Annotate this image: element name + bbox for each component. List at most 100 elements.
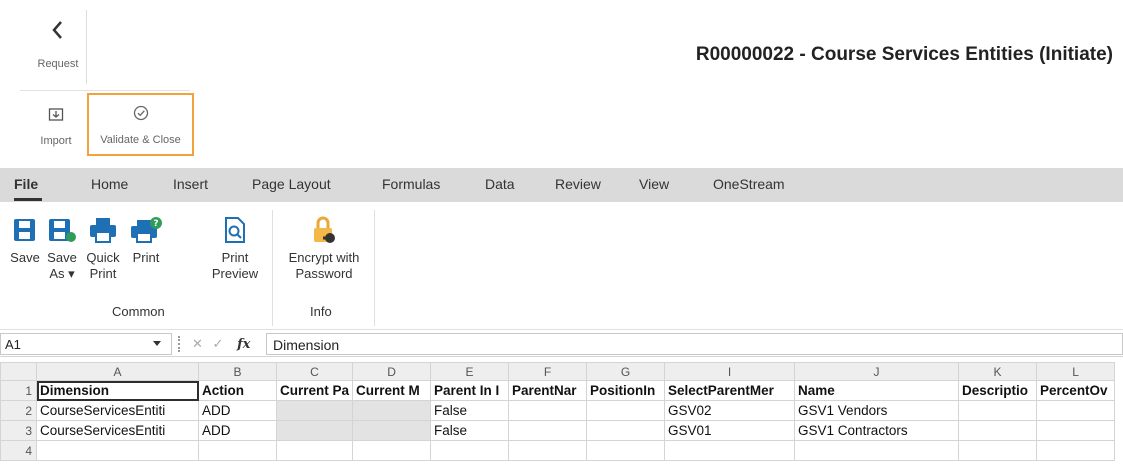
tab-review[interactable]: Review (555, 176, 601, 192)
insert-function-icon[interactable]: fx (237, 337, 250, 352)
divider (86, 10, 87, 84)
table-cell[interactable] (586, 420, 666, 441)
table-cell[interactable] (1036, 400, 1116, 421)
table-cell[interactable]: ADD (198, 420, 277, 441)
table-cell[interactable] (958, 400, 1038, 421)
table-cell[interactable]: Descriptio (958, 380, 1038, 401)
table-cell[interactable] (508, 400, 588, 421)
table-cell[interactable] (275, 400, 354, 421)
table-cell[interactable] (958, 420, 1038, 441)
table-cell[interactable]: PercentOv (1036, 380, 1116, 401)
table-cell[interactable] (36, 440, 199, 461)
import-button[interactable]: Import (30, 100, 82, 156)
formula-buttons: ✕ ✓ fx (192, 336, 250, 352)
table-cell[interactable] (508, 420, 588, 441)
action-panel: Request Import Validate & Close R0000002… (0, 0, 1123, 158)
table-cell[interactable]: PositionIn (586, 380, 666, 401)
table-cell[interactable]: Action (198, 380, 277, 401)
table-cell[interactable]: Name (794, 380, 960, 401)
table-cell[interactable]: Current M (352, 380, 432, 401)
tab-file[interactable]: File (14, 176, 38, 192)
table-row: 1 Dimension Action Current Pa Current M … (0, 380, 1116, 401)
page-title: R00000022 - Course Services Entities (In… (695, 44, 1113, 65)
table-cell[interactable]: ADD (198, 400, 277, 421)
save-button[interactable]: Save (8, 216, 42, 266)
table-cell[interactable] (1036, 440, 1116, 461)
tab-insert[interactable]: Insert (173, 176, 208, 192)
table-cell[interactable] (275, 420, 354, 441)
name-box[interactable]: A1 (0, 333, 172, 355)
confirm-icon[interactable]: ✓ (213, 336, 224, 351)
row-header[interactable]: 4 (0, 440, 37, 461)
column-header[interactable]: A (36, 362, 199, 381)
table-cell[interactable] (664, 440, 796, 461)
column-header[interactable]: B (198, 362, 277, 381)
table-cell[interactable] (352, 400, 432, 421)
row-header[interactable]: 3 (0, 420, 37, 441)
row-header[interactable]: 2 (0, 400, 37, 421)
table-cell[interactable]: False (430, 420, 510, 441)
tab-formulas[interactable]: Formulas (382, 176, 440, 192)
quick-print-button[interactable]: Quick Print (82, 216, 124, 282)
table-cell[interactable] (430, 440, 510, 461)
table-cell[interactable]: False (430, 400, 510, 421)
table-cell[interactable] (958, 440, 1038, 461)
column-header[interactable]: F (508, 362, 588, 381)
tab-page-layout[interactable]: Page Layout (252, 176, 331, 192)
table-cell[interactable] (352, 420, 432, 441)
formula-input[interactable]: Dimension (266, 333, 1123, 355)
row-header[interactable]: 1 (0, 380, 37, 401)
column-header[interactable]: L (1036, 362, 1116, 381)
table-cell[interactable] (275, 440, 354, 461)
table-cell[interactable]: CourseServicesEntiti (36, 400, 199, 421)
column-header[interactable]: E (430, 362, 510, 381)
chevron-down-icon[interactable] (153, 341, 161, 346)
column-header-row: A B C D E F G I J K L (0, 362, 1116, 381)
formula-bar-grip[interactable] (178, 336, 181, 352)
table-cell[interactable] (198, 440, 277, 461)
table-cell[interactable]: GSV1 Vendors (794, 400, 960, 421)
encrypt-label-1: Encrypt with (288, 250, 360, 265)
print-button[interactable]: ? Print (126, 216, 166, 266)
table-cell[interactable]: GSV01 (664, 420, 796, 441)
tab-onestream[interactable]: OneStream (713, 176, 785, 192)
table-cell[interactable]: GSV1 Contractors (794, 420, 960, 441)
formula-bar: A1 ✕ ✓ fx Dimension (0, 331, 1123, 357)
save-icon (14, 219, 35, 241)
table-cell[interactable] (586, 440, 666, 461)
svg-text:?: ? (153, 219, 158, 229)
print-label: Print (132, 250, 160, 265)
import-label: Import (40, 135, 72, 147)
validate-close-button[interactable]: Validate & Close (87, 93, 194, 156)
save-as-button[interactable]: Save As ▾ (44, 216, 80, 282)
table-cell[interactable] (508, 440, 588, 461)
column-header[interactable]: K (958, 362, 1038, 381)
save-as-label-1: Save (47, 250, 77, 265)
column-header[interactable]: G (586, 362, 666, 381)
table-cell[interactable]: Current Pa (275, 380, 354, 401)
table-cell[interactable] (1036, 420, 1116, 441)
table-cell[interactable]: Parent In I (430, 380, 510, 401)
tab-data[interactable]: Data (485, 176, 515, 192)
table-cell[interactable]: Dimension (36, 380, 199, 401)
print-preview-button[interactable]: Print Preview (208, 216, 262, 282)
check-circle-icon (133, 105, 148, 121)
table-cell[interactable] (794, 440, 960, 461)
request-back-button[interactable]: Request (30, 18, 86, 86)
tab-view[interactable]: View (639, 176, 669, 192)
column-header[interactable]: D (352, 362, 432, 381)
column-header[interactable]: J (794, 362, 960, 381)
table-cell[interactable] (586, 400, 666, 421)
column-header[interactable]: I (664, 362, 796, 381)
table-cell[interactable]: SelectParentMer (664, 380, 796, 401)
table-cell[interactable] (352, 440, 432, 461)
encrypt-password-button[interactable]: Encrypt with Password (276, 216, 372, 282)
cancel-icon[interactable]: ✕ (192, 336, 203, 351)
print-preview-label-1: Print (221, 250, 249, 265)
tab-home[interactable]: Home (91, 176, 128, 192)
table-cell[interactable]: ParentNar (508, 380, 588, 401)
column-header[interactable]: C (275, 362, 354, 381)
select-all-corner[interactable] (0, 362, 37, 381)
table-cell[interactable]: CourseServicesEntiti (36, 420, 199, 441)
table-cell[interactable]: GSV02 (664, 400, 796, 421)
